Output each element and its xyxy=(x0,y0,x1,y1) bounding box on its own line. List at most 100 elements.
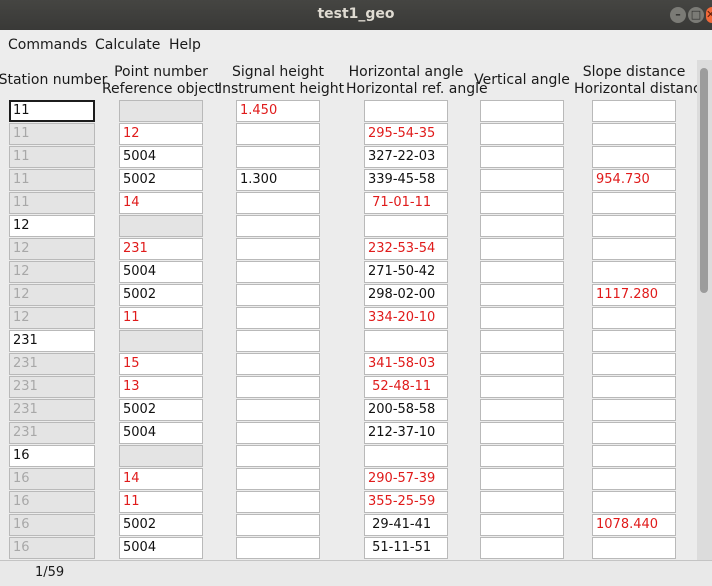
horizontal-angle-cell[interactable] xyxy=(364,445,448,467)
distance-cell[interactable]: 1117.280 xyxy=(592,284,676,306)
station-cell[interactable]: 12 xyxy=(9,215,95,237)
horizontal-angle-cell[interactable]: 71-01-11 xyxy=(364,192,448,214)
distance-cell[interactable] xyxy=(592,399,676,421)
point-cell[interactable]: 11 xyxy=(119,307,203,329)
horizontal-angle-cell[interactable] xyxy=(364,215,448,237)
vertical-angle-cell[interactable] xyxy=(480,445,564,467)
horizontal-angle-cell[interactable]: 52-48-11 xyxy=(364,376,448,398)
vertical-angle-cell[interactable] xyxy=(480,238,564,260)
distance-cell[interactable] xyxy=(592,330,676,352)
distance-cell[interactable] xyxy=(592,422,676,444)
distance-cell[interactable] xyxy=(592,537,676,559)
menu-help[interactable]: Help xyxy=(169,37,201,53)
horizontal-angle-cell[interactable]: 29-41-41 xyxy=(364,514,448,536)
signal-height-cell[interactable] xyxy=(236,537,320,559)
signal-height-cell[interactable] xyxy=(236,123,320,145)
vertical-angle-cell[interactable] xyxy=(480,307,564,329)
vertical-angle-cell[interactable] xyxy=(480,376,564,398)
distance-cell[interactable] xyxy=(592,192,676,214)
point-cell[interactable]: 5002 xyxy=(119,514,203,536)
point-cell[interactable] xyxy=(119,445,203,467)
distance-cell[interactable] xyxy=(592,100,676,122)
horizontal-angle-cell[interactable]: 200-58-58 xyxy=(364,399,448,421)
distance-cell[interactable] xyxy=(592,146,676,168)
vertical-angle-cell[interactable] xyxy=(480,192,564,214)
vertical-angle-cell[interactable] xyxy=(480,353,564,375)
signal-height-cell[interactable] xyxy=(236,215,320,237)
menu-commands[interactable]: Commands xyxy=(8,37,87,53)
horizontal-angle-cell[interactable]: 341-58-03 xyxy=(364,353,448,375)
station-cell[interactable]: 11 xyxy=(9,123,95,145)
point-cell[interactable]: 14 xyxy=(119,468,203,490)
signal-height-cell[interactable] xyxy=(236,468,320,490)
point-cell[interactable]: 231 xyxy=(119,238,203,260)
horizontal-angle-cell[interactable]: 232-53-54 xyxy=(364,238,448,260)
horizontal-angle-cell[interactable]: 271-50-42 xyxy=(364,261,448,283)
horizontal-angle-cell[interactable]: 295-54-35 xyxy=(364,123,448,145)
point-cell[interactable]: 5002 xyxy=(119,284,203,306)
vertical-angle-cell[interactable] xyxy=(480,514,564,536)
point-cell[interactable]: 5002 xyxy=(119,169,203,191)
station-cell[interactable]: 11 xyxy=(9,169,95,191)
signal-height-cell[interactable] xyxy=(236,192,320,214)
vertical-angle-cell[interactable] xyxy=(480,215,564,237)
distance-cell[interactable]: 1078.440 xyxy=(592,514,676,536)
point-cell[interactable] xyxy=(119,215,203,237)
station-cell[interactable]: 12 xyxy=(9,261,95,283)
vertical-angle-cell[interactable] xyxy=(480,261,564,283)
signal-height-cell[interactable] xyxy=(236,261,320,283)
horizontal-angle-cell[interactable]: 355-25-59 xyxy=(364,491,448,513)
distance-cell[interactable] xyxy=(592,238,676,260)
scrollbar-thumb[interactable] xyxy=(700,68,708,293)
vertical-angle-cell[interactable] xyxy=(480,537,564,559)
vertical-angle-cell[interactable] xyxy=(480,422,564,444)
signal-height-cell[interactable] xyxy=(236,330,320,352)
point-cell[interactable]: 12 xyxy=(119,123,203,145)
station-cell[interactable]: 16 xyxy=(9,491,95,513)
horizontal-angle-cell[interactable]: 298-02-00 xyxy=(364,284,448,306)
vertical-angle-cell[interactable] xyxy=(480,284,564,306)
signal-height-cell[interactable] xyxy=(236,376,320,398)
station-cell[interactable]: 12 xyxy=(9,238,95,260)
signal-height-cell[interactable] xyxy=(236,445,320,467)
close-button[interactable]: ✕ xyxy=(706,7,712,23)
distance-cell[interactable] xyxy=(592,307,676,329)
station-cell[interactable]: 11 xyxy=(9,192,95,214)
horizontal-angle-cell[interactable] xyxy=(364,330,448,352)
station-cell[interactable]: 231 xyxy=(9,422,95,444)
horizontal-angle-cell[interactable] xyxy=(364,100,448,122)
vertical-angle-cell[interactable] xyxy=(480,123,564,145)
point-cell[interactable]: 15 xyxy=(119,353,203,375)
vertical-angle-cell[interactable] xyxy=(480,468,564,490)
signal-height-cell[interactable] xyxy=(236,491,320,513)
horizontal-angle-cell[interactable]: 51-11-51 xyxy=(364,537,448,559)
station-cell[interactable]: 16 xyxy=(9,468,95,490)
vertical-angle-cell[interactable] xyxy=(480,146,564,168)
point-cell[interactable] xyxy=(119,100,203,122)
point-cell[interactable]: 14 xyxy=(119,192,203,214)
signal-height-cell[interactable] xyxy=(236,146,320,168)
distance-cell[interactable] xyxy=(592,445,676,467)
station-cell[interactable]: 12 xyxy=(9,307,95,329)
station-cell[interactable]: 16 xyxy=(9,537,95,559)
signal-height-cell[interactable]: 1.300 xyxy=(236,169,320,191)
distance-cell[interactable] xyxy=(592,353,676,375)
vertical-angle-cell[interactable] xyxy=(480,399,564,421)
vertical-angle-cell[interactable] xyxy=(480,100,564,122)
distance-cell[interactable] xyxy=(592,491,676,513)
signal-height-cell[interactable] xyxy=(236,284,320,306)
vertical-scrollbar[interactable] xyxy=(697,60,712,560)
station-cell[interactable]: 16 xyxy=(9,445,95,467)
vertical-angle-cell[interactable] xyxy=(480,330,564,352)
signal-height-cell[interactable] xyxy=(236,238,320,260)
signal-height-cell[interactable] xyxy=(236,422,320,444)
signal-height-cell[interactable]: 1.450 xyxy=(236,100,320,122)
distance-cell[interactable] xyxy=(592,215,676,237)
station-cell[interactable]: 12 xyxy=(9,284,95,306)
signal-height-cell[interactable] xyxy=(236,307,320,329)
point-cell[interactable]: 11 xyxy=(119,491,203,513)
menu-calculate[interactable]: Calculate xyxy=(95,37,160,53)
station-cell[interactable]: 11 xyxy=(9,100,95,122)
point-cell[interactable]: 5002 xyxy=(119,399,203,421)
station-cell[interactable]: 231 xyxy=(9,353,95,375)
